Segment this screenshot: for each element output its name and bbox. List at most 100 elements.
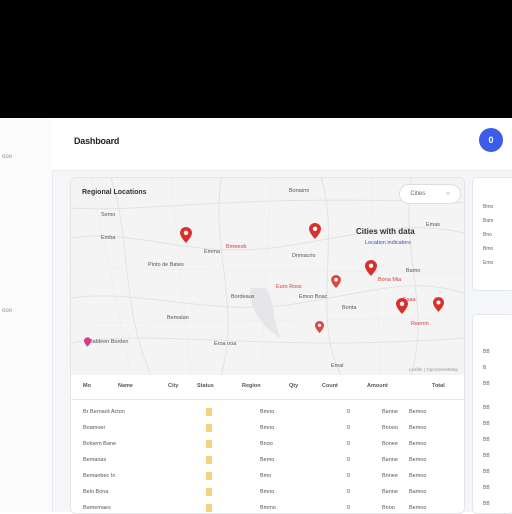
map-legend-icon — [84, 337, 96, 353]
row-amount: Bnnee — [382, 473, 398, 479]
map-label: Pinto de Bates — [148, 262, 184, 268]
status-chip — [206, 456, 212, 464]
side-list-item[interactable]: BB — [483, 453, 490, 459]
summary-line: Emo — [483, 260, 494, 266]
map-marker-icon[interactable] — [309, 223, 321, 239]
map-label: Euro Ross — [276, 284, 302, 290]
map-location-subtitle: Location indicators — [365, 240, 411, 246]
row-amount: Bnoo — [382, 505, 395, 511]
table-header: Mo Name City Status Region Qty Count Amo… — [71, 375, 464, 400]
map[interactable]: Regional Locations Cities ○ Cities with … — [71, 178, 464, 375]
column-header[interactable]: Mo — [83, 383, 91, 389]
row-name: Belo Bona — [83, 489, 109, 495]
row-status: Bmoo — [260, 489, 275, 495]
row-status: Bmoo — [260, 409, 275, 415]
map-label: Bmeeob — [226, 244, 247, 250]
table-row[interactable]: Br Bernard Acton Bmoo 0 Banne Bemoo — [71, 405, 464, 420]
column-header[interactable]: Name — [118, 383, 133, 389]
row-total: Bemoo — [409, 505, 427, 511]
column-header[interactable]: Region — [242, 383, 261, 389]
side-list-item[interactable]: BB — [483, 485, 490, 491]
summary-line: Bno — [483, 232, 492, 238]
row-name: Bemanbec In — [83, 473, 116, 479]
status-chip — [206, 424, 212, 432]
map-label: Bamo — [406, 268, 421, 274]
table-row[interactable]: Boloem Bane Bnoo 0 Bonee Bemoo — [71, 437, 464, 452]
table-row[interactable]: Bemanbec In Bmo 0 Bnnee Bemoo — [71, 469, 464, 484]
row-amount: Bnooo — [382, 425, 398, 431]
row-total: Bemoo — [409, 409, 427, 415]
column-header[interactable]: Total — [432, 383, 445, 389]
map-label: Emal — [331, 363, 344, 369]
row-name: Boloem Bane — [83, 441, 117, 447]
map-label: Emba — [101, 235, 116, 241]
side-list-item[interactable]: BB — [483, 349, 490, 355]
row-total: Bemoo — [409, 457, 427, 463]
row-total: Bemoo — [409, 441, 427, 447]
row-name: Bamemaes — [83, 505, 111, 511]
side-list-item[interactable]: B — [483, 365, 486, 371]
map-control[interactable]: Cities ○ — [399, 184, 461, 204]
row-amount: Banne — [382, 457, 398, 463]
map-title: Regional Locations — [82, 189, 147, 196]
side-list-item[interactable]: BB — [483, 469, 490, 475]
map-marker-icon[interactable] — [180, 227, 192, 243]
table-row[interactable]: Bamemaes Bmmo 0 Bnoo Bemoo — [71, 501, 464, 513]
row-amount: Bonee — [382, 441, 398, 447]
map-attribution[interactable]: Leaflet | OpenStreetMap — [409, 367, 458, 372]
row-name: Br Bernard Acton — [83, 409, 125, 415]
map-marker-icon[interactable] — [433, 297, 445, 313]
column-header[interactable]: Count — [322, 383, 338, 389]
column-header[interactable]: Qty — [289, 383, 298, 389]
sidebar: ooo ooo — [0, 118, 53, 512]
row-status: Bnoo — [260, 441, 273, 447]
map-marker-icon[interactable] — [365, 260, 377, 276]
side-list-item[interactable]: BB — [483, 501, 490, 507]
status-chip — [206, 488, 212, 496]
row-status: Bmoo — [260, 425, 275, 431]
map-label: Reemn — [411, 321, 429, 327]
avatar[interactable]: 0 — [479, 128, 503, 152]
row-amount: Banne — [382, 489, 398, 495]
row-status: Bmo — [260, 473, 272, 479]
map-label: Bonta — [342, 305, 357, 311]
map-label: Eroa ooa — [214, 341, 237, 347]
row-name: Bemanas — [83, 457, 107, 463]
status-chip — [206, 504, 212, 512]
map-label: Emoo Boac — [299, 294, 328, 300]
row-name: Boamoer — [83, 425, 106, 431]
summary-line: Bmo — [483, 204, 494, 210]
summary-card: Bmo Bam Bno Bmo Emo — [472, 177, 512, 291]
column-header[interactable]: Status — [197, 383, 214, 389]
table-row[interactable]: Belo Bona Bmoo 0 Banne Bamoo — [71, 485, 464, 500]
column-header[interactable]: Amount — [367, 383, 388, 389]
side-list-item[interactable]: BB — [483, 405, 490, 411]
status-chip — [206, 440, 212, 448]
map-marker-icon[interactable] — [396, 298, 408, 314]
side-list-item[interactable]: BB — [483, 437, 490, 443]
side-list-card: BB B BB BB BB BB BB BB BB BB — [472, 314, 512, 514]
map-panel: Regional Locations Cities ○ Cities with … — [70, 177, 465, 514]
table-row[interactable]: Bemanas Bemo 0 Banne Bemoo — [71, 453, 464, 468]
row-status: Bmmo — [260, 505, 276, 511]
map-label: Semo — [101, 212, 116, 218]
map-label: Bonaimi — [289, 188, 309, 194]
page-header: Dashboard 0 — [52, 118, 512, 171]
status-chip — [206, 408, 212, 416]
sidebar-item[interactable]: ooo — [0, 308, 50, 314]
row-count: 0 — [347, 489, 351, 495]
locate-icon[interactable]: ○ — [446, 191, 450, 197]
sidebar-item[interactable]: ooo — [0, 154, 50, 160]
status-chip — [206, 472, 212, 480]
side-list-item[interactable]: BB — [483, 381, 490, 387]
row-count: 0 — [347, 457, 351, 463]
table-row[interactable]: Boamoer Bmoo 0 Bnooo Bemoo — [71, 421, 464, 436]
map-marker-icon[interactable] — [315, 321, 327, 337]
row-amount: Banne — [382, 409, 398, 415]
map-marker-icon[interactable] — [331, 275, 343, 291]
map-location-title: Cities with data — [356, 227, 415, 236]
column-header[interactable]: City — [168, 383, 178, 389]
side-list-item[interactable]: BB — [483, 421, 490, 427]
map-control-label: Cities — [410, 191, 426, 197]
map-label: Emma — [204, 249, 220, 255]
